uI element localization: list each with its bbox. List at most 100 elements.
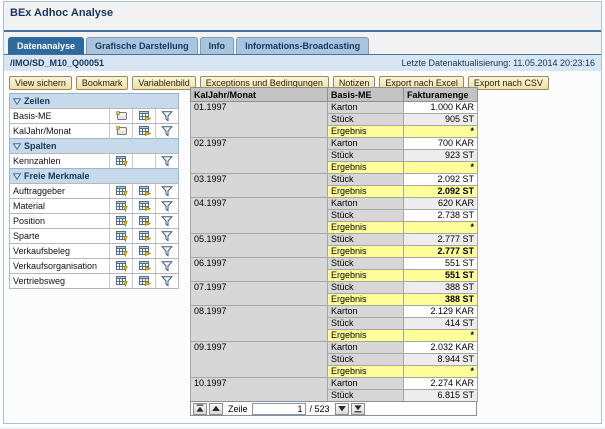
table-down-icon[interactable]	[115, 200, 128, 212]
basis-me-cell: Stück	[327, 113, 404, 126]
properties-icon[interactable]	[115, 110, 128, 122]
table-down-icon[interactable]	[115, 185, 128, 197]
month-cell: 03.1997	[190, 173, 328, 198]
icon-cell[interactable]	[109, 244, 132, 258]
icon-cell[interactable]	[155, 214, 178, 228]
filter-icon[interactable]	[161, 155, 173, 167]
icon-cell[interactable]	[155, 184, 178, 198]
result-label-cell: Ergebnis	[327, 185, 404, 198]
filter-icon[interactable]	[161, 275, 173, 287]
properties-icon[interactable]	[115, 125, 128, 137]
icon-cell[interactable]	[132, 244, 155, 258]
basis-me-cell: Karton	[327, 137, 404, 150]
section-header-zeilen[interactable]: Zeilen	[9, 93, 179, 109]
icon-cell[interactable]	[109, 214, 132, 228]
icon-cell[interactable]	[132, 109, 155, 123]
section-label: Spalten	[24, 141, 57, 151]
icon-cell[interactable]	[109, 259, 132, 273]
filter-icon[interactable]	[161, 245, 173, 257]
sidebar-item-label: Kennzahlen	[13, 156, 61, 166]
filter-icon[interactable]	[161, 185, 173, 197]
result-table: KalJahr/Monat Basis-ME Fakturamenge 01.199…	[190, 87, 478, 402]
icon-cell[interactable]	[155, 244, 178, 258]
table-down-icon[interactable]	[115, 260, 128, 272]
table-right-icon[interactable]	[138, 275, 151, 287]
icon-cell[interactable]	[109, 229, 132, 243]
tab-datenanalyse[interactable]: Datenanalyse	[8, 37, 85, 54]
tab-grafische-darstellung[interactable]: Grafische Darstellung	[86, 37, 198, 54]
icon-cell[interactable]	[132, 184, 155, 198]
icon-cell[interactable]	[132, 274, 155, 288]
table-down-icon[interactable]	[115, 215, 128, 227]
month-cell: 10.1997	[190, 377, 328, 402]
icon-cell[interactable]	[132, 259, 155, 273]
pager-down-button[interactable]	[334, 402, 349, 415]
section-header-spalten[interactable]: Spalten	[9, 138, 179, 154]
icon-cell[interactable]	[132, 199, 155, 213]
value-cell: 2.738 ST	[403, 209, 478, 222]
tab-info[interactable]: Info	[199, 37, 235, 54]
table-header-row: KalJahr/Monat Basis-ME Fakturamenge	[190, 87, 478, 102]
value-cell: 414 ST	[403, 317, 478, 330]
table-right-icon[interactable]	[138, 185, 151, 197]
button-variablenbild[interactable]: Variablenbild	[132, 76, 196, 90]
icon-cell[interactable]	[155, 199, 178, 213]
bex-window: BEx Adhoc Analyse Datenanalyse Grafische …	[3, 1, 602, 424]
table-right-icon[interactable]	[138, 200, 151, 212]
filter-icon[interactable]	[161, 110, 173, 122]
table-right-icon[interactable]	[138, 230, 151, 242]
result-value-cell: *	[403, 329, 478, 342]
page-title: BEx Adhoc Analyse	[10, 7, 114, 19]
pager-up-button[interactable]	[209, 402, 223, 415]
icon-cell[interactable]	[132, 124, 155, 138]
icon-cell[interactable]	[155, 154, 178, 168]
icon-cell[interactable]	[109, 184, 132, 198]
table-down-icon[interactable]	[115, 245, 128, 257]
pager-row-input[interactable]	[251, 402, 306, 415]
table-right-icon[interactable]	[138, 245, 151, 257]
icon-cell[interactable]	[109, 124, 132, 138]
icon-cell[interactable]	[132, 229, 155, 243]
section-header-freie-merkmale[interactable]: Freie Merkmale	[9, 168, 179, 184]
value-cell: 388 ST	[403, 281, 478, 294]
table-right-icon[interactable]	[138, 260, 151, 272]
icon-cell[interactable]	[155, 229, 178, 243]
value-cell: 2.274 KAR	[403, 377, 478, 390]
tab-informations-broadcasting[interactable]: Informations-Broadcasting	[236, 37, 370, 54]
table-down-icon[interactable]	[115, 275, 128, 287]
filter-icon[interactable]	[161, 260, 173, 272]
table-right-icon[interactable]	[138, 215, 151, 227]
pager-first-button[interactable]	[193, 402, 207, 415]
icon-cell[interactable]	[155, 109, 178, 123]
table-right-icon[interactable]	[138, 125, 151, 137]
table-row: 09.1997 Karton 2.032 KAR	[190, 341, 478, 378]
button-bookmark[interactable]: Bookmark	[75, 76, 129, 90]
query-bar: /IMO/SD_M10_Q00051 Letzte Datenaktualisi…	[4, 54, 601, 71]
icon-cell[interactable]	[109, 199, 132, 213]
table-down-icon[interactable]	[115, 230, 128, 242]
icon-cell[interactable]	[109, 274, 132, 288]
result-value-cell: 2.092 ST	[403, 185, 478, 198]
icon-cell	[132, 154, 155, 168]
filter-icon[interactable]	[161, 230, 173, 242]
icon-cell[interactable]	[109, 109, 132, 123]
result-value-cell: *	[403, 125, 478, 138]
pager-last-button[interactable]	[350, 402, 365, 415]
icon-cell[interactable]	[155, 274, 178, 288]
filter-icon[interactable]	[161, 200, 173, 212]
button-view-sichern[interactable]: View sichern	[9, 76, 72, 90]
month-cell: 05.1997	[190, 233, 328, 258]
filter-icon[interactable]	[161, 125, 173, 137]
result-table-area: KalJahr/Monat Basis-ME Fakturamenge 01.199…	[190, 87, 478, 416]
icon-cell[interactable]	[155, 259, 178, 273]
filter-icon[interactable]	[161, 215, 173, 227]
icon-cell[interactable]	[109, 154, 132, 168]
icon-cell[interactable]	[132, 214, 155, 228]
button-export-nach-csv[interactable]: Export nach CSV	[467, 76, 549, 90]
table-down-icon[interactable]	[115, 155, 128, 167]
month-cell: 08.1997	[190, 305, 328, 342]
table-row: 08.1997 Karton 2.129 KAR	[190, 305, 478, 342]
sidebar-item-position: Position	[9, 213, 179, 229]
icon-cell[interactable]	[155, 124, 178, 138]
table-right-icon[interactable]	[138, 110, 151, 122]
